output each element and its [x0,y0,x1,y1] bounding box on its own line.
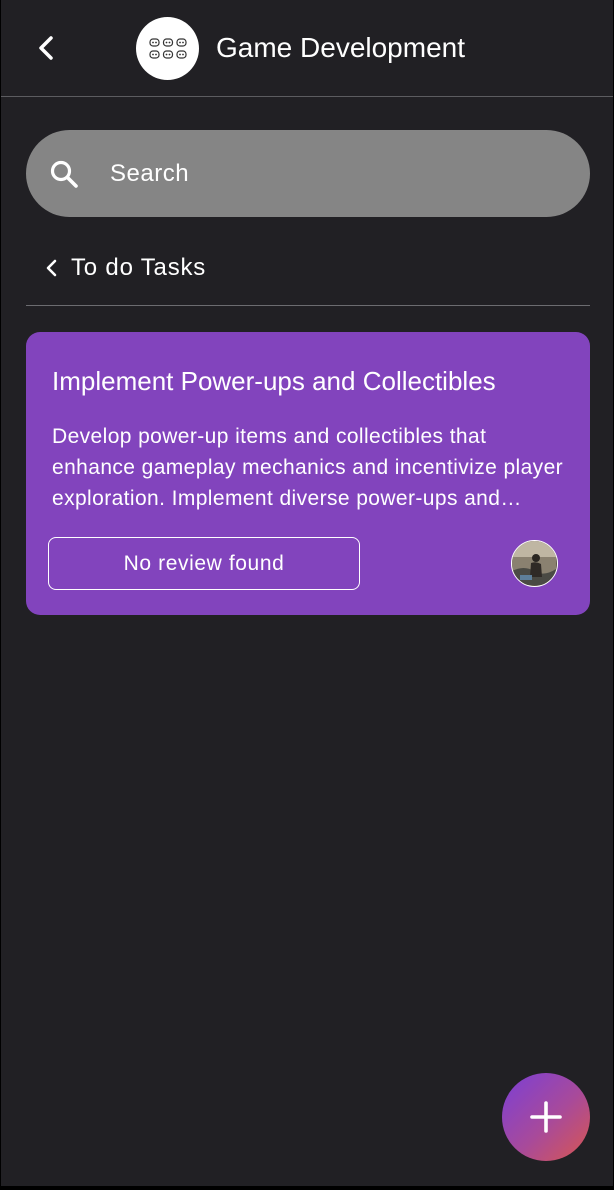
search-bar[interactable] [26,130,590,217]
page-title: Game Development [216,32,466,63]
review-status-button[interactable]: No review found [48,537,360,590]
task-list-screen: Game Development To do Tasks Implement P… [1,0,613,1186]
app-header: Game Development [1,0,613,97]
plus-icon [530,1101,562,1133]
game-controllers-icon [148,37,187,59]
search-icon [48,158,80,190]
avatar[interactable] [511,540,558,587]
search-input[interactable] [108,158,532,189]
section-divider [26,305,590,306]
task-card[interactable]: Implement Power-ups and Collectibles Dev… [26,332,590,615]
task-description: Develop power-up items and collectibles … [52,425,564,510]
section-toggle-todo[interactable]: To do Tasks [41,250,206,286]
chevron-left-icon [39,36,53,60]
project-logo [136,17,199,80]
task-title: Implement Power-ups and Collectibles [52,366,496,396]
back-button[interactable] [29,30,63,66]
chevron-left-icon [41,256,61,280]
section-title: To do Tasks [71,254,207,281]
add-task-button[interactable] [502,1073,590,1161]
